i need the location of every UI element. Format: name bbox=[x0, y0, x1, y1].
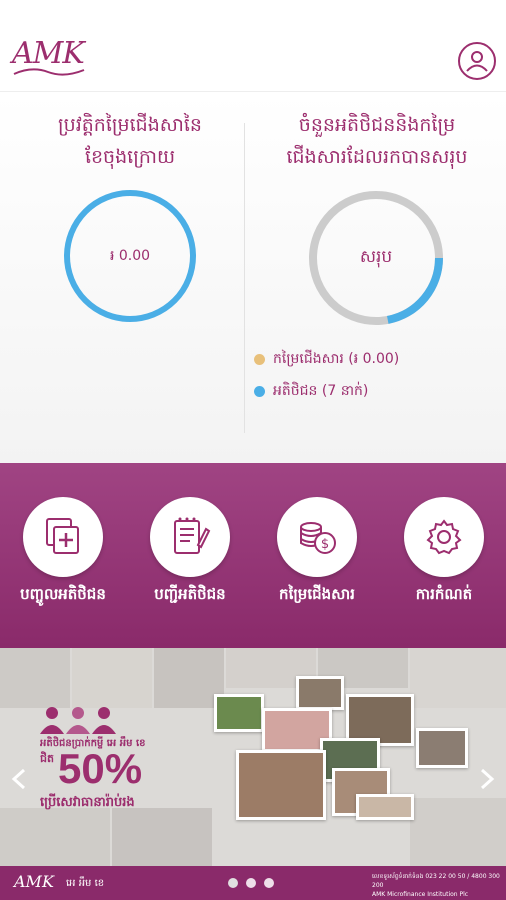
footer-tagline: អេ អឹម ខេ bbox=[66, 878, 105, 889]
menu-icon-circle bbox=[404, 497, 484, 577]
total-ring: សរុប bbox=[306, 188, 446, 328]
total-customers-commission-title: ចំនួនអតិថិជននិងកម្រៃ ជើងសារដែលរកបានសរុប bbox=[272, 109, 482, 173]
commission-amount: ៛ 0.00 bbox=[109, 247, 151, 264]
menu-commission[interactable]: $ កម្រៃជើងសារ bbox=[254, 497, 380, 617]
title-line: ចំនួនអតិថិជននិងកម្រៃ bbox=[298, 114, 456, 136]
menu-label: បញ្ចូលអតិថិជន bbox=[20, 585, 106, 603]
menu-label: កម្រៃជើងសារ bbox=[279, 585, 355, 603]
add-customer-icon bbox=[46, 518, 79, 554]
commission-coins-icon: $ bbox=[300, 522, 336, 554]
gear-icon bbox=[426, 519, 462, 555]
user-icon bbox=[466, 51, 488, 72]
menu-icon-circle: $ bbox=[277, 497, 357, 577]
profile-button[interactable] bbox=[458, 42, 496, 80]
photo-tile bbox=[416, 728, 468, 768]
menu-icon-circle bbox=[150, 497, 230, 577]
chevron-left-icon[interactable] bbox=[10, 768, 26, 790]
customer-list-icon bbox=[174, 517, 211, 554]
contact-line: លេខទូរស័ព្ទទំនាក់ទំនង 023 22 00 50 / 480… bbox=[372, 873, 500, 889]
footer-contact: លេខទូរស័ព្ទទំនាក់ទំនង 023 22 00 50 / 480… bbox=[372, 872, 502, 899]
menu-customer-list[interactable]: បញ្ជីអតិថិជន bbox=[127, 497, 253, 617]
legend-label: អតិថិជន (7 នាក់) bbox=[273, 382, 369, 399]
promo-text-line3: ប្រើសេវាធានារ៉ាប់រង bbox=[40, 795, 135, 810]
promo-percent: 50% bbox=[58, 745, 143, 792]
divider bbox=[244, 123, 245, 433]
svg-text:$: $ bbox=[321, 537, 329, 552]
title-line: ប្រវត្តិកម្រៃជើងសានៃ bbox=[58, 114, 202, 136]
chevron-right-icon[interactable] bbox=[480, 768, 496, 790]
menu-add-customer[interactable]: បញ្ចូលអតិថិជន bbox=[0, 497, 126, 617]
photo-tile bbox=[214, 694, 264, 732]
people-group-icon bbox=[40, 707, 116, 734]
legend-label: កម្រៃជើងសារ (៛ 0.00) bbox=[273, 350, 400, 367]
carousel-dot[interactable] bbox=[246, 878, 256, 888]
last-month-ring: ៛ 0.00 bbox=[62, 188, 198, 324]
web-line: AMK Microfinance Institution Plc bbox=[372, 891, 469, 898]
stats-panel: ប្រវត្តិកម្រៃជើងសានៃ ខែចុងក្រោយ ចំនួនអតិ… bbox=[0, 93, 506, 463]
last-month-commission-title: ប្រវត្តិកម្រៃជើងសានៃ ខែចុងក្រោយ bbox=[40, 109, 220, 173]
amk-logo: AMK bbox=[12, 36, 86, 82]
title-line: ខែចុងក្រោយ bbox=[84, 146, 176, 168]
photo-tile bbox=[236, 750, 326, 820]
carousel-dot[interactable] bbox=[264, 878, 274, 888]
photo-tile bbox=[356, 794, 414, 820]
carousel-dots bbox=[228, 878, 274, 888]
legend-item-commission: កម្រៃជើងសារ (៛ 0.00) bbox=[254, 343, 494, 375]
legend-dot bbox=[254, 353, 265, 365]
legend: កម្រៃជើងសារ (៛ 0.00) អតិថិជន (7 នាក់) bbox=[254, 343, 494, 407]
menu-label: ការកំណត់ bbox=[415, 585, 473, 603]
app-header: AMK bbox=[0, 0, 506, 92]
promo-banner[interactable]: អតិថិជនប្រាក់កម្ចី អេ អឹម ខេ ជិត 50% ប្រ… bbox=[0, 648, 506, 866]
menu-icon-circle bbox=[23, 497, 103, 577]
legend-dot bbox=[254, 385, 265, 397]
promo-text-line2: ជិត bbox=[40, 752, 54, 765]
menu-settings[interactable]: ការកំណត់ bbox=[381, 497, 506, 617]
menu-label: បញ្ជីអតិថិជន bbox=[154, 585, 226, 603]
logo-swoosh-icon bbox=[13, 68, 85, 76]
title-line: ជើងសារដែលរកបានសរុប bbox=[286, 146, 468, 168]
footer-logo: AMK bbox=[14, 872, 54, 891]
photo-tile bbox=[296, 676, 344, 710]
total-label: សរុប bbox=[359, 246, 393, 267]
carousel-dot[interactable] bbox=[228, 878, 238, 888]
main-menu: បញ្ចូលអតិថិជន បញ្ជីអតិថិជន $ កម្រៃជើងសារ… bbox=[0, 463, 506, 648]
legend-item-customers: អតិថិជន (7 នាក់) bbox=[254, 375, 494, 407]
